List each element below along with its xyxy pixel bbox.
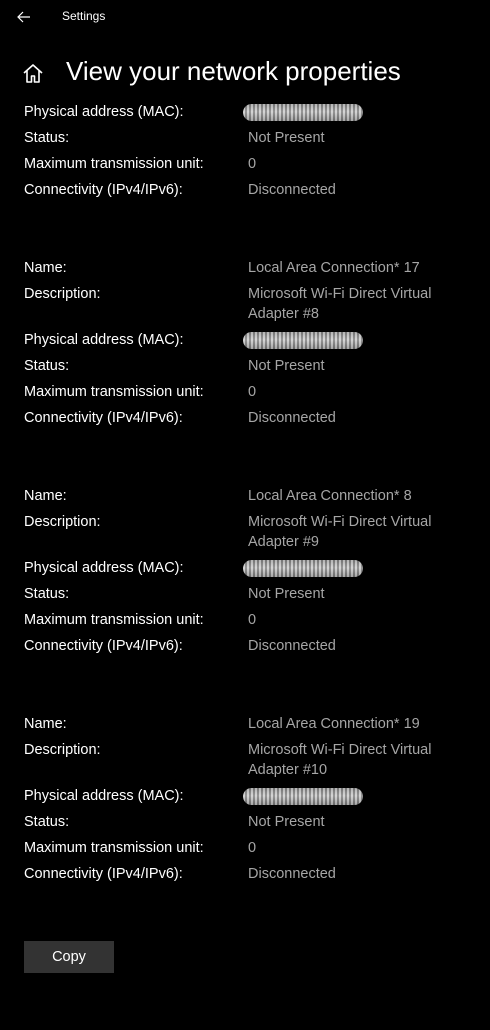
redacted-mac-value [243, 560, 363, 577]
status-value: Not Present [248, 586, 325, 602]
description-value-line2: Adapter #8 [248, 306, 319, 322]
name-value: Local Area Connection* 17 [248, 260, 420, 276]
description-label: Description: [24, 514, 101, 530]
mtu-value: 0 [248, 156, 257, 172]
status-label: Status: [24, 814, 70, 830]
description-value-line2: Adapter #10 [248, 762, 328, 778]
connectivity-label: Connectivity (IPv4/IPv6): [24, 182, 183, 198]
connectivity-value: Disconnected [248, 638, 336, 654]
description-label: Description: [24, 286, 101, 302]
title-bar: Settings [0, 0, 490, 34]
redacted-mac-value [243, 788, 363, 805]
status-value: Not Present [248, 814, 325, 830]
description-value-line1: Microsoft Wi-Fi Direct Virtual [248, 514, 432, 530]
mac-label: Physical address (MAC): [24, 788, 184, 804]
name-value: Local Area Connection* 19 [248, 716, 420, 732]
mtu-value: 0 [248, 612, 257, 628]
home-icon [23, 64, 43, 83]
mtu-label: Maximum transmission unit: [24, 156, 204, 172]
connectivity-value: Disconnected [248, 410, 336, 426]
connectivity-label: Connectivity (IPv4/IPv6): [24, 638, 183, 654]
description-value-line1: Microsoft Wi-Fi Direct Virtual [248, 742, 432, 758]
status-value: Not Present [248, 358, 325, 374]
arrow-left-icon [17, 11, 30, 23]
home-button[interactable] [22, 62, 46, 86]
status-label: Status: [24, 130, 70, 146]
mtu-label: Maximum transmission unit: [24, 840, 204, 856]
mtu-value: 0 [248, 384, 257, 400]
name-value: Local Area Connection* 8 [248, 488, 412, 504]
mac-label: Physical address (MAC): [24, 104, 184, 120]
description-value-line1: Microsoft Wi-Fi Direct Virtual [248, 286, 432, 302]
redacted-mac-value [243, 104, 363, 121]
name-label: Name: [24, 488, 67, 504]
mtu-label: Maximum transmission unit: [24, 384, 204, 400]
description-label: Description: [24, 742, 101, 758]
name-label: Name: [24, 260, 67, 276]
page-header: View your network properties [0, 52, 490, 96]
status-value: Not Present [248, 130, 325, 146]
connectivity-value: Disconnected [248, 866, 336, 882]
copy-button[interactable]: Copy [24, 941, 114, 973]
app-title: Settings [62, 9, 106, 23]
status-label: Status: [24, 358, 70, 374]
mac-label: Physical address (MAC): [24, 332, 184, 348]
connectivity-label: Connectivity (IPv4/IPv6): [24, 866, 183, 882]
back-button[interactable] [10, 6, 38, 28]
name-label: Name: [24, 716, 67, 732]
mtu-label: Maximum transmission unit: [24, 612, 204, 628]
description-value-line2: Adapter #9 [248, 534, 319, 550]
connectivity-value: Disconnected [248, 182, 336, 198]
status-label: Status: [24, 586, 70, 602]
page-title: View your network properties [66, 56, 401, 86]
redacted-mac-value [243, 332, 363, 349]
mtu-value: 0 [248, 840, 257, 856]
connectivity-label: Connectivity (IPv4/IPv6): [24, 410, 183, 426]
mac-label: Physical address (MAC): [24, 560, 184, 576]
